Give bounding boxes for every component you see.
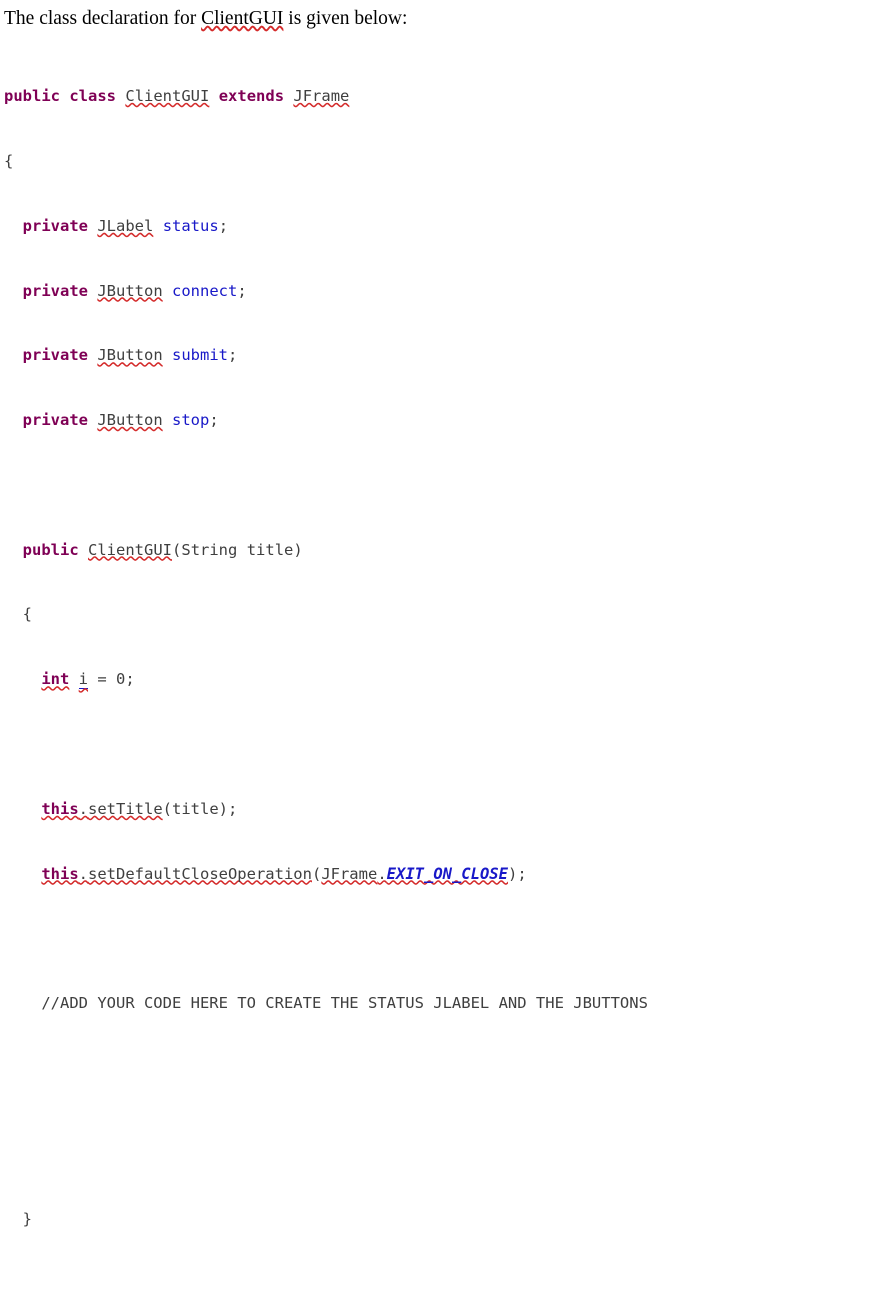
type-jframe: JFrame	[321, 864, 378, 883]
keyword-extends: extends	[218, 87, 285, 106]
type-jbutton: JButton	[97, 346, 163, 365]
comment-add-code-here: //ADD YOUR CODE HERE TO CREATE THE STATU…	[41, 994, 648, 1013]
code-line-20-blank	[4, 1274, 869, 1294]
constant-exit-on-close: EXIT_ON_CLOSE	[386, 864, 508, 883]
paren-close-semi: );	[507, 864, 527, 883]
type-string: String	[181, 540, 238, 559]
code-line-5: private JButton submit;	[4, 345, 869, 367]
code-line-3: private JLabel status;	[4, 216, 869, 238]
arg-title: title	[172, 799, 219, 818]
semicolon: ;	[237, 281, 247, 300]
keyword-class: class	[69, 87, 117, 106]
paren-close-semi: );	[218, 799, 238, 818]
assign-zero: = 0;	[97, 670, 135, 689]
keyword-this: this	[41, 799, 79, 818]
code-line-10: int i = 0;	[4, 669, 869, 691]
code-line-11-blank	[4, 734, 869, 756]
field-connect: connect	[172, 281, 238, 300]
type-clientgui: ClientGUI	[125, 87, 210, 106]
code-block: public class ClientGUI extends JFrame { …	[0, 43, 873, 1294]
keyword-private: private	[22, 281, 88, 300]
brace-close-ctor: }	[22, 1210, 33, 1229]
keyword-public: public	[22, 540, 79, 559]
code-line-12: this.setTitle(title);	[4, 799, 869, 821]
method-settitle: setTitle	[88, 799, 163, 818]
keyword-private: private	[22, 346, 88, 365]
code-line-17-blank	[4, 1101, 869, 1123]
code-line-19: }	[4, 1209, 869, 1231]
field-status: status	[162, 216, 219, 235]
keyword-int: int	[41, 670, 70, 689]
paren-open: (	[162, 799, 172, 818]
method-setdefaultcloseoperation: setDefaultCloseOperation	[88, 864, 312, 883]
keyword-private: private	[22, 411, 88, 430]
type-jframe: JFrame	[293, 87, 350, 106]
code-line-16-blank	[4, 1058, 869, 1080]
code-line-13: this.setDefaultCloseOperation(JFrame.EXI…	[4, 864, 869, 886]
semicolon: ;	[218, 216, 229, 235]
dot: .	[78, 799, 88, 818]
semicolon: ;	[209, 411, 219, 430]
intro-text-after: is given below:	[283, 8, 408, 29]
code-line-6: private JButton stop;	[4, 410, 869, 432]
code-line-18-blank	[4, 1144, 869, 1166]
type-jbutton: JButton	[97, 411, 163, 430]
dot: .	[377, 864, 387, 883]
brace-open-ctor: {	[22, 605, 33, 624]
paren-open: (	[311, 864, 322, 883]
document-page: The class declaration for ClientGUI is g…	[0, 0, 873, 1228]
code-line-9: {	[4, 604, 869, 626]
semicolon: ;	[228, 346, 238, 365]
code-line-4: private JButton connect;	[4, 281, 869, 303]
intro-paragraph: The class declaration for ClientGUI is g…	[0, 6, 873, 31]
paren-close: )	[293, 540, 303, 559]
code-line-7-blank	[4, 475, 869, 497]
field-stop: stop	[172, 411, 210, 430]
intro-term-clientgui: ClientGUI	[201, 8, 284, 29]
type-jlabel: JLabel	[97, 216, 154, 235]
keyword-this: this	[41, 864, 79, 883]
dot: .	[78, 864, 88, 883]
param-title: title	[246, 540, 294, 559]
code-line-8: public ClientGUI(String title)	[4, 540, 869, 562]
code-line-15: //ADD YOUR CODE HERE TO CREATE THE STATU…	[4, 993, 869, 1015]
paren-open: (	[172, 540, 182, 559]
code-line-1: public class ClientGUI extends JFrame	[4, 86, 869, 108]
local-var-i: i	[78, 670, 89, 690]
code-line-14-blank	[4, 928, 869, 950]
brace-open-class: {	[4, 151, 14, 170]
field-submit: submit	[172, 346, 229, 365]
constructor-clientgui: ClientGUI	[88, 540, 173, 559]
keyword-private: private	[22, 216, 88, 235]
keyword-public: public	[4, 87, 60, 106]
intro-text-before: The class declaration for	[4, 8, 202, 29]
type-jbutton: JButton	[97, 281, 163, 300]
code-line-2: {	[4, 151, 869, 173]
